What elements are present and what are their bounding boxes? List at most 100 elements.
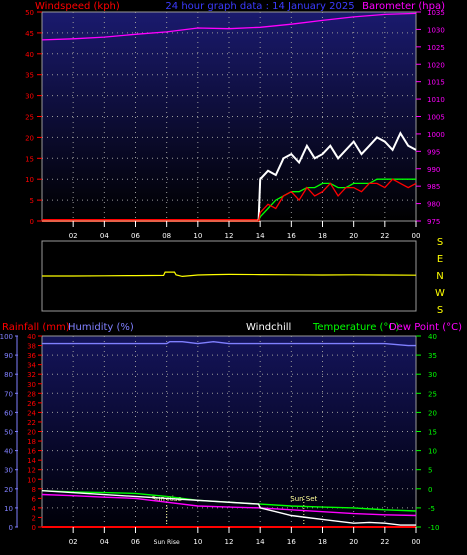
rainfall-tick-label: 28 <box>27 390 36 398</box>
wind-x-axis-labels: 02 04 06 08 10 12 14 16 18 20 22 00 <box>69 221 421 240</box>
windspeed-tick-label: 20 <box>25 134 34 142</box>
temperature-tick-label: 40 <box>428 333 437 341</box>
direction-axis-labels: SENWS <box>435 237 445 316</box>
wind-x-tick-label: 06 <box>131 232 140 240</box>
direction-label: W <box>435 288 445 299</box>
temperature-tick-label: 15 <box>428 429 437 437</box>
wind-x-tick-label: 14 <box>256 232 265 240</box>
barometer-tick-label: 985 <box>427 183 440 191</box>
wind-x-tick-label: 16 <box>287 232 296 240</box>
rainfall-tick-label: 12 <box>27 467 36 475</box>
temperature-axis-title: Temperature (°C) <box>312 322 399 333</box>
temperature-tick-label: 20 <box>428 409 437 417</box>
temperature-tick-label: 35 <box>428 352 437 360</box>
temperature-x-tick-label: 18 <box>318 538 327 546</box>
humidity-tick-label: 100 <box>0 333 13 341</box>
wind-x-tick-label: 00 <box>412 232 421 240</box>
rainfall-tick-label: 36 <box>27 352 36 360</box>
rainfall-axis-ticks: 0246810121416182022242628303234363840 <box>27 333 42 532</box>
temperature-x-tick-label: 02 <box>69 538 78 546</box>
rainfall-tick-label: 24 <box>27 409 36 417</box>
temperature-x-tick-label: 22 <box>380 538 389 546</box>
direction-label: E <box>437 254 443 265</box>
humidity-axis-ticks: 0 10 20 30 40 50 60 70 80 90 100 <box>0 333 18 532</box>
windspeed-tick-label: 50 <box>25 9 34 17</box>
temperature-tick-label: -5 <box>428 505 435 513</box>
rainfall-tick-label: 6 <box>32 495 37 503</box>
windspeed-tick-label: 35 <box>25 72 34 80</box>
humidity-tick-label: 90 <box>4 352 13 360</box>
rainfall-tick-label: 16 <box>27 448 36 456</box>
sun-marker-label: Sun Set <box>290 495 317 503</box>
temperature-x-tick-label: 00 <box>412 538 421 546</box>
temperature-tick-label: 25 <box>428 390 437 398</box>
rainfall-tick-label: 38 <box>27 343 36 351</box>
wind-barometer-panel: 05101520253035404550 9759809859909951000… <box>25 9 445 240</box>
humidity-tick-label: 80 <box>4 371 13 379</box>
humidity-tick-label: 40 <box>4 448 13 456</box>
wind-x-tick-label: 12 <box>225 232 234 240</box>
chart-title: 24 hour graph data : 14 January 2025 <box>165 1 354 12</box>
temperature-x-axis-labels: 02 04 06 10 12 14 16 18 20 22 00 Sun Rise <box>69 527 421 546</box>
wind-x-tick-label: 02 <box>69 232 78 240</box>
temperature-x-tick-label: 14 <box>256 538 265 546</box>
rainfall-tick-label: 14 <box>27 457 36 465</box>
humidity-tick-label: 70 <box>4 390 13 398</box>
temperature-tick-label: 0 <box>428 486 432 494</box>
rainfall-axis-title: Rainfall (mm) <box>2 322 70 333</box>
rainfall-tick-label: 0 <box>32 524 36 532</box>
humidity-axis-title: Humidity (%) <box>68 322 134 333</box>
windspeed-tick-label: 45 <box>25 30 34 38</box>
rainfall-tick-label: 2 <box>32 514 36 522</box>
direction-label: S <box>437 237 443 248</box>
wind-x-tick-label: 10 <box>193 232 202 240</box>
temperature-x-tick-label: 16 <box>287 538 296 546</box>
temperature-x-tick-label: 06 <box>131 538 140 546</box>
sun-rise-time-label: Sun Rise <box>154 539 180 546</box>
barometer-tick-label: 1015 <box>427 79 445 87</box>
humidity-tick-label: 50 <box>4 429 13 437</box>
barometer-tick-label: 1025 <box>427 44 445 52</box>
barometer-tick-label: 1030 <box>427 26 445 34</box>
windspeed-tick-label: 40 <box>25 51 34 59</box>
wind-direction-panel: SENWS <box>41 237 445 316</box>
wind-x-tick-label: 20 <box>349 232 358 240</box>
rainfall-tick-label: 10 <box>27 476 36 484</box>
rainfall-tick-label: 26 <box>27 400 36 408</box>
wind-x-tick-label: 04 <box>100 232 109 240</box>
windspeed-axis-ticks: 0 5 10 15 20 25 30 35 40 45 50 <box>25 9 42 226</box>
windspeed-tick-label: 25 <box>25 114 34 122</box>
dewpoint-axis-title: Dew Point (°C) <box>389 322 462 333</box>
weather-chart: Windspeed (kph) 24 hour graph data : 14 … <box>0 1 462 546</box>
rainfall-tick-label: 40 <box>27 333 36 341</box>
wind-x-tick-label: 22 <box>380 232 389 240</box>
humidity-tick-label: 30 <box>4 467 13 475</box>
windspeed-tick-label: 5 <box>30 197 34 205</box>
barometer-tick-label: 995 <box>427 148 440 156</box>
wind-x-tick-label: 08 <box>162 232 171 240</box>
rainfall-tick-label: 32 <box>27 371 36 379</box>
temperature-tick-label: -10 <box>428 524 439 532</box>
humidity-tick-label: 60 <box>4 409 13 417</box>
humidity-tick-label: 10 <box>4 505 13 513</box>
direction-label: N <box>436 271 443 282</box>
direction-label: S <box>437 305 443 316</box>
windchill-label: Windchill <box>246 322 291 333</box>
temperature-x-tick-label: 20 <box>349 538 358 546</box>
rainfall-tick-label: 4 <box>32 505 37 513</box>
barometer-tick-label: 990 <box>427 166 440 174</box>
rainfall-tick-label: 30 <box>27 381 36 389</box>
rainfall-tick-label: 22 <box>27 419 36 427</box>
windspeed-tick-label: 10 <box>25 176 34 184</box>
rainfall-tick-label: 20 <box>27 429 36 437</box>
windspeed-axis-title: Windspeed (kph) <box>35 1 120 12</box>
wind-panel-background <box>41 11 417 222</box>
barometer-tick-label: 1005 <box>427 114 445 122</box>
temperature-tick-label: 10 <box>428 448 437 456</box>
windspeed-tick-label: 30 <box>25 93 34 101</box>
humidity-tick-label: 20 <box>4 486 13 494</box>
barometer-axis-ticks: 975 980 985 990 995 1000 1005 1010 1015 1020 1025 1… <box>416 9 445 226</box>
barometer-tick-label: 980 <box>427 201 440 209</box>
windspeed-tick-label: 0 <box>30 218 34 226</box>
barometer-tick-label: 1010 <box>427 96 445 104</box>
